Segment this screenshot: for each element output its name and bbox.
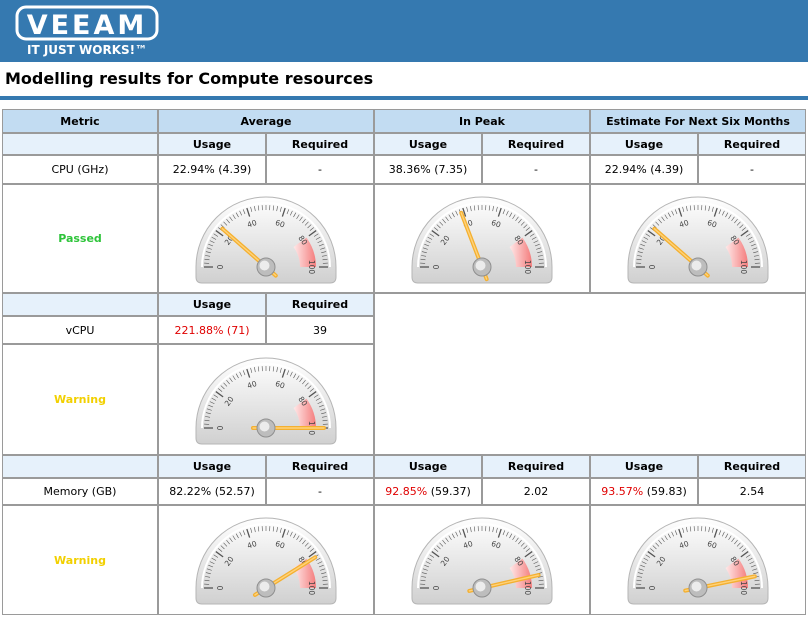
gauge-hub-cap [259, 421, 270, 431]
memory-estimate-usage-value: (59.83) [646, 485, 687, 498]
cpu-average-gauge: 02040 6080100 [195, 196, 337, 283]
memory-estimate-usage-percent: 93.57% [601, 485, 644, 498]
gauge-tick-label: 100 [307, 259, 316, 274]
memory-peak-gauge-cell: 0 20 40 60 80 100 [374, 505, 590, 615]
header-estimate: Estimate For Next Six Months [590, 109, 806, 133]
gauge-hub-cap [475, 581, 486, 592]
memory-estimate-usage: 93.57% (59.83) [590, 478, 698, 505]
cpu-subheader-spacer [2, 133, 158, 155]
gauge-hub-cap [259, 581, 270, 592]
cpu-peak-gauge: 02040 6080100 [411, 196, 553, 283]
gauge-tick-label: 0 [648, 264, 657, 269]
gauge-hub-cap [259, 260, 270, 270]
cpu-peak-usage-percent: 38.36% [388, 163, 431, 176]
memory-peak-usage-header: Usage [374, 455, 482, 478]
cpu-peak-usage-header: Usage [374, 133, 482, 155]
cpu-peak-required: - [482, 155, 590, 184]
memory-peak-usage-value: (59.37) [430, 485, 471, 498]
title-divider [0, 96, 808, 100]
header-average: Average [158, 109, 374, 133]
memory-estimate-required: 2.54 [698, 478, 806, 505]
vcpu-average-gauge: 020406080100 [195, 357, 337, 444]
memory-peak-gauge: 02040 6080100 [411, 517, 553, 605]
cpu-estimate-gauge: 02040 6080100 [627, 196, 769, 283]
header-metric: Metric [2, 109, 158, 133]
memory-status-badge: Warning [2, 505, 158, 615]
cpu-peak-required-header: Required [482, 133, 590, 155]
page-title: Modelling results for Compute resources [5, 69, 374, 88]
vcpu-status-badge: Warning [2, 344, 158, 455]
memory-estimate-usage-header: Usage [590, 455, 698, 478]
header-banner: VEEAM IT JUST WORKS!™ [0, 0, 808, 62]
cpu-estimate-usage: 22.94% (4.39) [590, 155, 698, 184]
cpu-peak-usage-value: (7.35) [434, 163, 468, 176]
gauge-tick-label: 0 [216, 264, 225, 269]
cpu-average-required: - [266, 155, 374, 184]
vcpu-empty-area [374, 293, 806, 455]
memory-subheader-spacer [2, 455, 158, 478]
cpu-average-usage-percent: 22.94% [172, 163, 215, 176]
cpu-estimate-usage-percent: 22.94% [604, 163, 647, 176]
cpu-peak-gauge-cell: 0 20 40 60 80 100 [374, 184, 590, 293]
memory-metric-name: Memory (GB) [2, 478, 158, 505]
cpu-estimate-gauge-cell: 0 20 40 60 80 100 [590, 184, 806, 293]
vcpu-average-required: 39 [266, 316, 374, 344]
gauge-tick-label: 100 [739, 259, 748, 274]
gauge-tick-label: 0 [648, 585, 657, 590]
gauge-tick-label: 100 [307, 581, 316, 596]
gauge-hub-cap [691, 260, 702, 270]
memory-average-required-header: Required [266, 455, 374, 478]
gauge-hub-cap [475, 260, 486, 270]
memory-average-usage: 82.22% (52.57) [158, 478, 266, 505]
cpu-average-usage-value: (4.39) [218, 163, 252, 176]
gauge-tick-label: 100 [739, 581, 748, 596]
cpu-estimate-usage-header: Usage [590, 133, 698, 155]
vcpu-average-gauge-cell: 020406080100 [158, 344, 374, 455]
memory-average-gauge-cell: 0 20 40 60 80 100 [158, 505, 374, 615]
memory-average-usage-header: Usage [158, 455, 266, 478]
cpu-estimate-usage-value: (4.39) [650, 163, 684, 176]
memory-estimate-gauge: 02040 6080100 [627, 517, 769, 605]
cpu-average-gauge-cell: 0 20 40 60 80 100 [158, 184, 374, 293]
cpu-metric-name: CPU (GHz) [2, 155, 158, 184]
vcpu-average-usage-header: Usage [158, 293, 266, 316]
memory-peak-required-header: Required [482, 455, 590, 478]
gauge-tick-label: 0 [432, 264, 441, 269]
memory-average-gauge: 02040 6080100 [195, 517, 337, 605]
vcpu-average-usage: 221.88% (71) [158, 316, 266, 344]
cpu-estimate-required: - [698, 155, 806, 184]
veeam-logo: VEEAM IT JUST WORKS!™ [14, 3, 162, 59]
memory-estimate-required-header: Required [698, 455, 806, 478]
memory-peak-usage-percent: 92.85% [385, 485, 428, 498]
gauge-tick-label: 0 [216, 425, 225, 430]
gauge-tick-label: 100 [523, 581, 532, 596]
cpu-average-usage: 22.94% (4.39) [158, 155, 266, 184]
vcpu-metric-name: vCPU [2, 316, 158, 344]
cpu-peak-usage: 38.36% (7.35) [374, 155, 482, 184]
memory-average-required: - [266, 478, 374, 505]
memory-average-usage-percent: 82.22% [169, 485, 212, 498]
memory-peak-usage: 92.85% (59.37) [374, 478, 482, 505]
cpu-status-badge: Passed [2, 184, 158, 293]
gauge-hub-cap [691, 581, 702, 592]
cpu-average-usage-header: Usage [158, 133, 266, 155]
gauge-tick-label: 100 [523, 259, 532, 274]
svg-text:VEEAM: VEEAM [27, 10, 148, 41]
gauge-tick-label: 0 [216, 585, 225, 590]
header-in-peak: In Peak [374, 109, 590, 133]
svg-text:IT JUST WORKS!™: IT JUST WORKS!™ [27, 43, 147, 57]
memory-average-usage-value: (52.57) [214, 485, 255, 498]
vcpu-subheader-spacer [2, 293, 158, 316]
vcpu-average-required-header: Required [266, 293, 374, 316]
gauge-tick-label: 0 [432, 585, 441, 590]
cpu-average-required-header: Required [266, 133, 374, 155]
memory-estimate-gauge-cell: 0 20 40 60 80 100 [590, 505, 806, 615]
memory-peak-required: 2.02 [482, 478, 590, 505]
cpu-estimate-required-header: Required [698, 133, 806, 155]
